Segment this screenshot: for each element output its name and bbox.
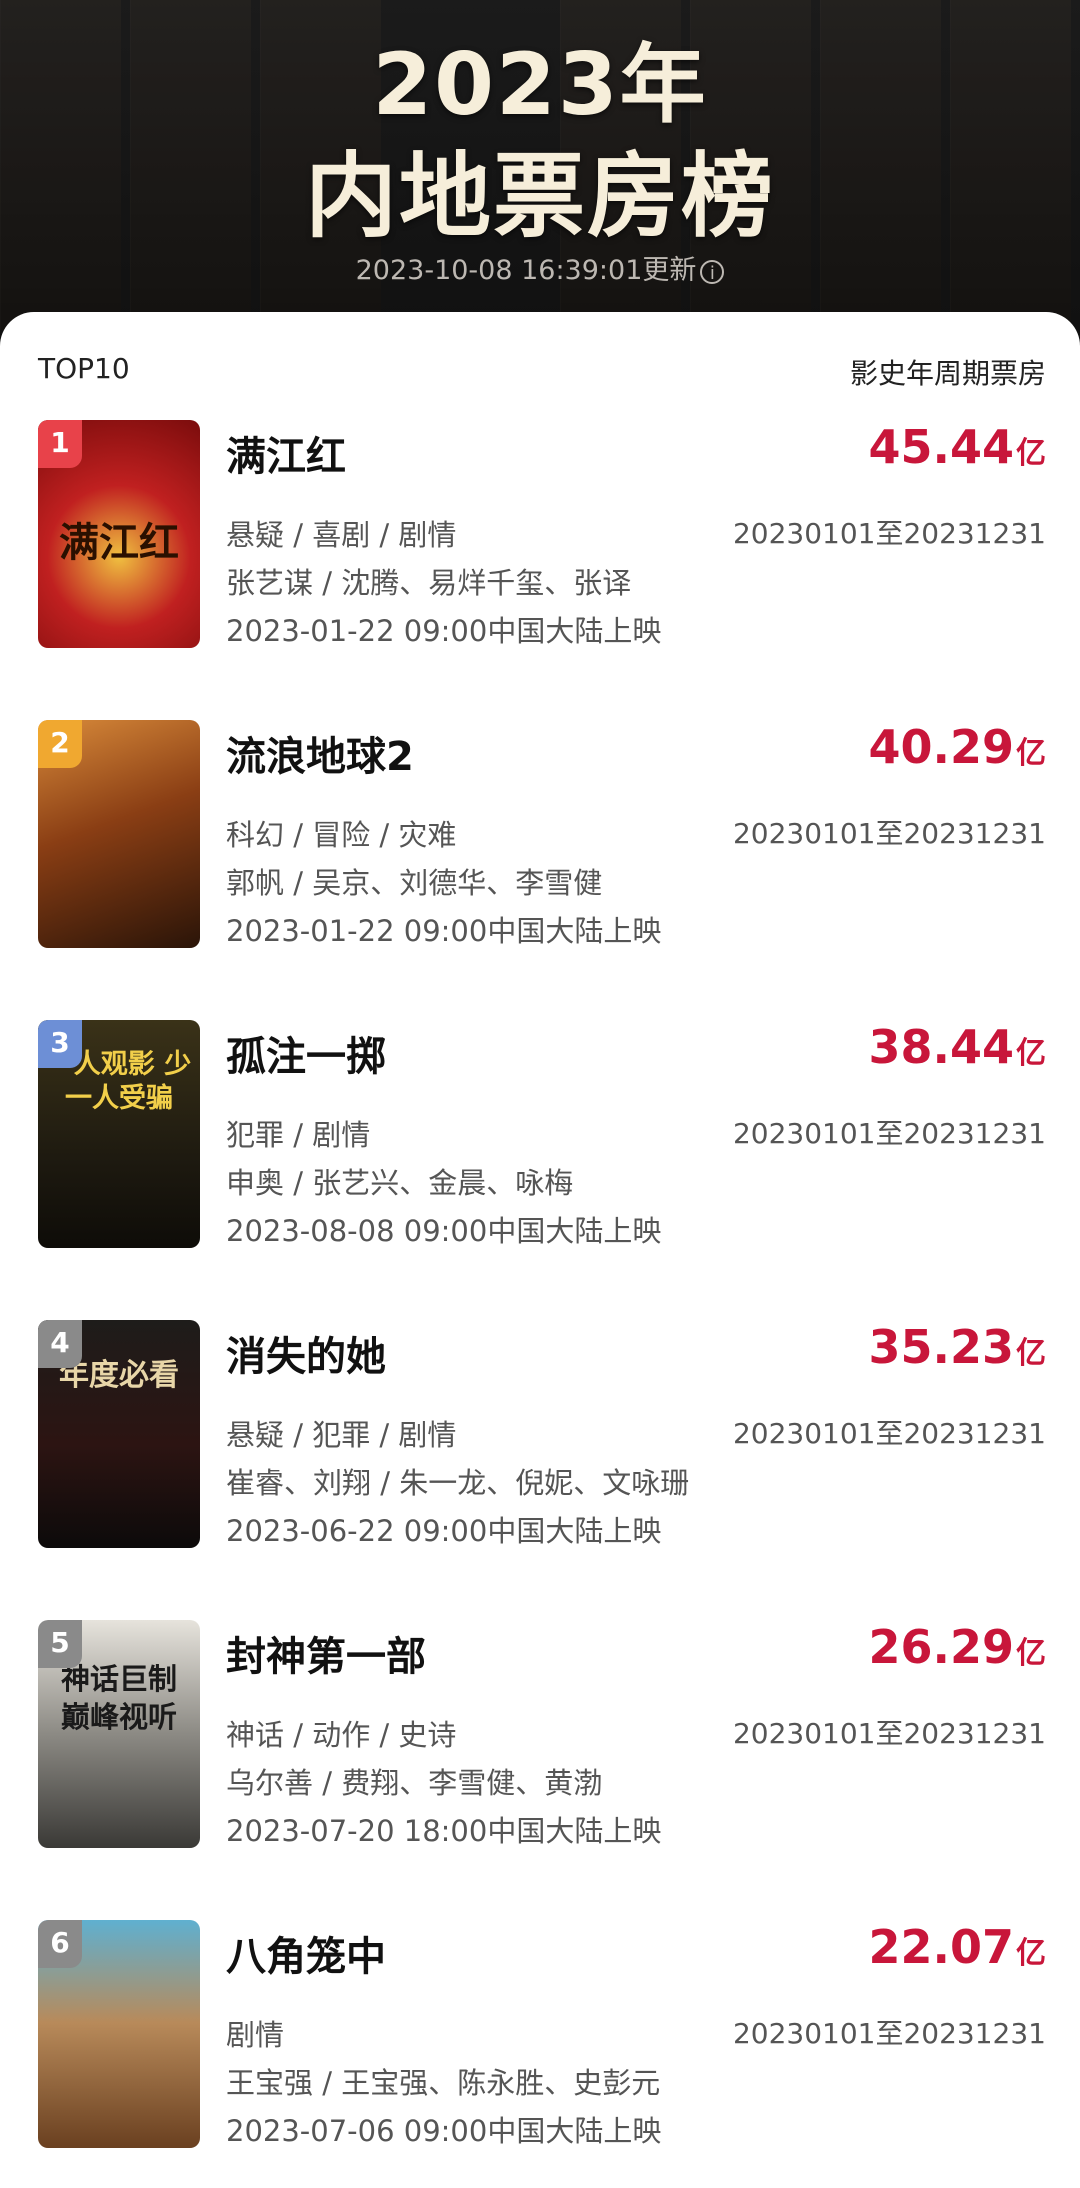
- box-office-period: 20230101至20231231: [732, 517, 1046, 550]
- top10-label: TOP10: [38, 352, 130, 385]
- movie-genres: 神话 / 动作 / 史诗: [226, 1718, 457, 1752]
- box-office-unit: 亿: [1016, 1036, 1046, 1071]
- movie-row[interactable]: 年度必看 4 消失的她 35.23亿 悬疑 / 犯罪 / 剧情 20230101…: [0, 1320, 1080, 1552]
- movie-row[interactable]: 6 八角笼中 22.07亿 剧情 20230101至20231231 王宝强 /…: [0, 1920, 1080, 2152]
- movie-row[interactable]: 一人观影 少一人受骗 3 孤注一掷 38.44亿 犯罪 / 剧情 2023010…: [0, 1020, 1080, 1252]
- movie-row[interactable]: 神话巨制 巅峰视听 5 封神第一部 26.29亿 神话 / 动作 / 史诗 20…: [0, 1620, 1080, 1852]
- box-office-value: 35.23: [868, 1320, 1014, 1374]
- rank-badge: 5: [38, 1620, 82, 1668]
- movie-genres: 悬疑 / 犯罪 / 剧情: [226, 1418, 457, 1452]
- rank-badge: 4: [38, 1320, 82, 1368]
- rank-badge: 6: [38, 1920, 82, 1968]
- box-office-unit: 亿: [1016, 736, 1046, 771]
- box-office-value: 22.07: [868, 1920, 1014, 1974]
- movie-genres: 科幻 / 冒险 / 灾难: [226, 818, 457, 852]
- box-office-value: 45.44: [868, 420, 1014, 474]
- movie-title[interactable]: 满江红: [226, 424, 346, 482]
- rank-badge: 2: [38, 720, 82, 768]
- box-office-unit: 亿: [1016, 1936, 1046, 1971]
- poster-title-text: 满江红: [59, 520, 179, 566]
- box-office-period: 20230101至20231231: [732, 2017, 1046, 2050]
- movie-release-date: 2023-01-22 09:00中国大陆上映: [226, 914, 662, 948]
- box-office-period: 20230101至20231231: [732, 1717, 1046, 1750]
- movie-title[interactable]: 八角笼中: [226, 1924, 386, 1982]
- update-time: 2023-10-08 16:39:01更新 i: [0, 248, 1080, 287]
- movie-release-date: 2023-06-22 09:00中国大陆上映: [226, 1514, 662, 1548]
- movie-release-date: 2023-08-08 09:00中国大陆上映: [226, 1214, 662, 1248]
- box-office-period: 20230101至20231231: [732, 1417, 1046, 1450]
- movie-genres: 犯罪 / 剧情: [226, 1118, 371, 1152]
- box-office: 35.23亿: [868, 1320, 1046, 1374]
- box-office-unit: 亿: [1016, 1336, 1046, 1371]
- movie-title[interactable]: 消失的她: [226, 1324, 386, 1382]
- movie-poster[interactable]: 2: [38, 720, 200, 948]
- period-column-header: 影史年周期票房: [849, 357, 1046, 390]
- movie-cast: 张艺谋 / 沈腾、易烊千玺、张译: [226, 566, 632, 600]
- movie-release-date: 2023-01-22 09:00中国大陆上映: [226, 614, 662, 648]
- movie-release-date: 2023-07-06 09:00中国大陆上映: [226, 2114, 662, 2148]
- movie-genres: 悬疑 / 喜剧 / 剧情: [226, 518, 457, 552]
- box-office-value: 40.29: [868, 720, 1014, 774]
- movie-poster[interactable]: 6: [38, 1920, 200, 2148]
- movie-cast: 王宝强 / 王宝强、陈永胜、史彭元: [226, 2066, 661, 2100]
- page-title: 内地票房榜: [304, 143, 775, 250]
- rank-badge: 1: [38, 420, 82, 468]
- page-title-year: 2023年: [372, 35, 708, 135]
- movie-genres: 剧情: [226, 2018, 285, 2052]
- info-icon[interactable]: i: [700, 259, 725, 284]
- movie-cast: 郭帆 / 吴京、刘德华、李雪健: [226, 866, 603, 900]
- movie-cast: 申奥 / 张艺兴、金晨、咏梅: [226, 1166, 574, 1200]
- movie-cast: 崔睿、刘翔 / 朱一龙、倪妮、文咏珊: [226, 1466, 690, 1500]
- movie-poster[interactable]: 一人观影 少一人受骗 3: [38, 1020, 200, 1248]
- movie-poster[interactable]: 满江红 1: [38, 420, 200, 648]
- box-office: 45.44亿: [868, 420, 1046, 474]
- box-office: 22.07亿: [868, 1920, 1046, 1974]
- box-office-value: 26.29: [868, 1620, 1014, 1674]
- update-time-text: 2023-10-08 16:39:01更新: [355, 255, 697, 286]
- movie-poster[interactable]: 年度必看 4: [38, 1320, 200, 1548]
- poster-tagline: 神话巨制 巅峰视听: [60, 1662, 177, 1734]
- movie-poster[interactable]: 神话巨制 巅峰视听 5: [38, 1620, 200, 1848]
- movie-release-date: 2023-07-20 18:00中国大陆上映: [226, 1814, 662, 1848]
- movie-cast: 乌尔善 / 费翔、李雪健、黄渤: [226, 1766, 603, 1800]
- box-office-period: 20230101至20231231: [732, 817, 1046, 850]
- box-office-value: 38.44: [868, 1020, 1014, 1074]
- movie-title[interactable]: 封神第一部: [226, 1624, 426, 1682]
- movie-title[interactable]: 孤注一掷: [226, 1024, 386, 1082]
- movie-title[interactable]: 流浪地球2: [226, 724, 414, 782]
- box-office-unit: 亿: [1016, 436, 1046, 471]
- box-office: 40.29亿: [868, 720, 1046, 774]
- movie-row[interactable]: 满江红 1 满江红 45.44亿 悬疑 / 喜剧 / 剧情 20230101至2…: [0, 420, 1080, 652]
- rank-badge: 3: [38, 1020, 82, 1068]
- box-office: 26.29亿: [868, 1620, 1046, 1674]
- box-office-unit: 亿: [1016, 1636, 1046, 1671]
- box-office: 38.44亿: [868, 1020, 1046, 1074]
- movie-row[interactable]: 2 流浪地球2 40.29亿 科幻 / 冒险 / 灾难 20230101至202…: [0, 720, 1080, 952]
- hero-banner: 2023年 内地票房榜 2023-10-08 16:39:01更新 i: [0, 0, 1080, 360]
- box-office-period: 20230101至20231231: [732, 1117, 1046, 1150]
